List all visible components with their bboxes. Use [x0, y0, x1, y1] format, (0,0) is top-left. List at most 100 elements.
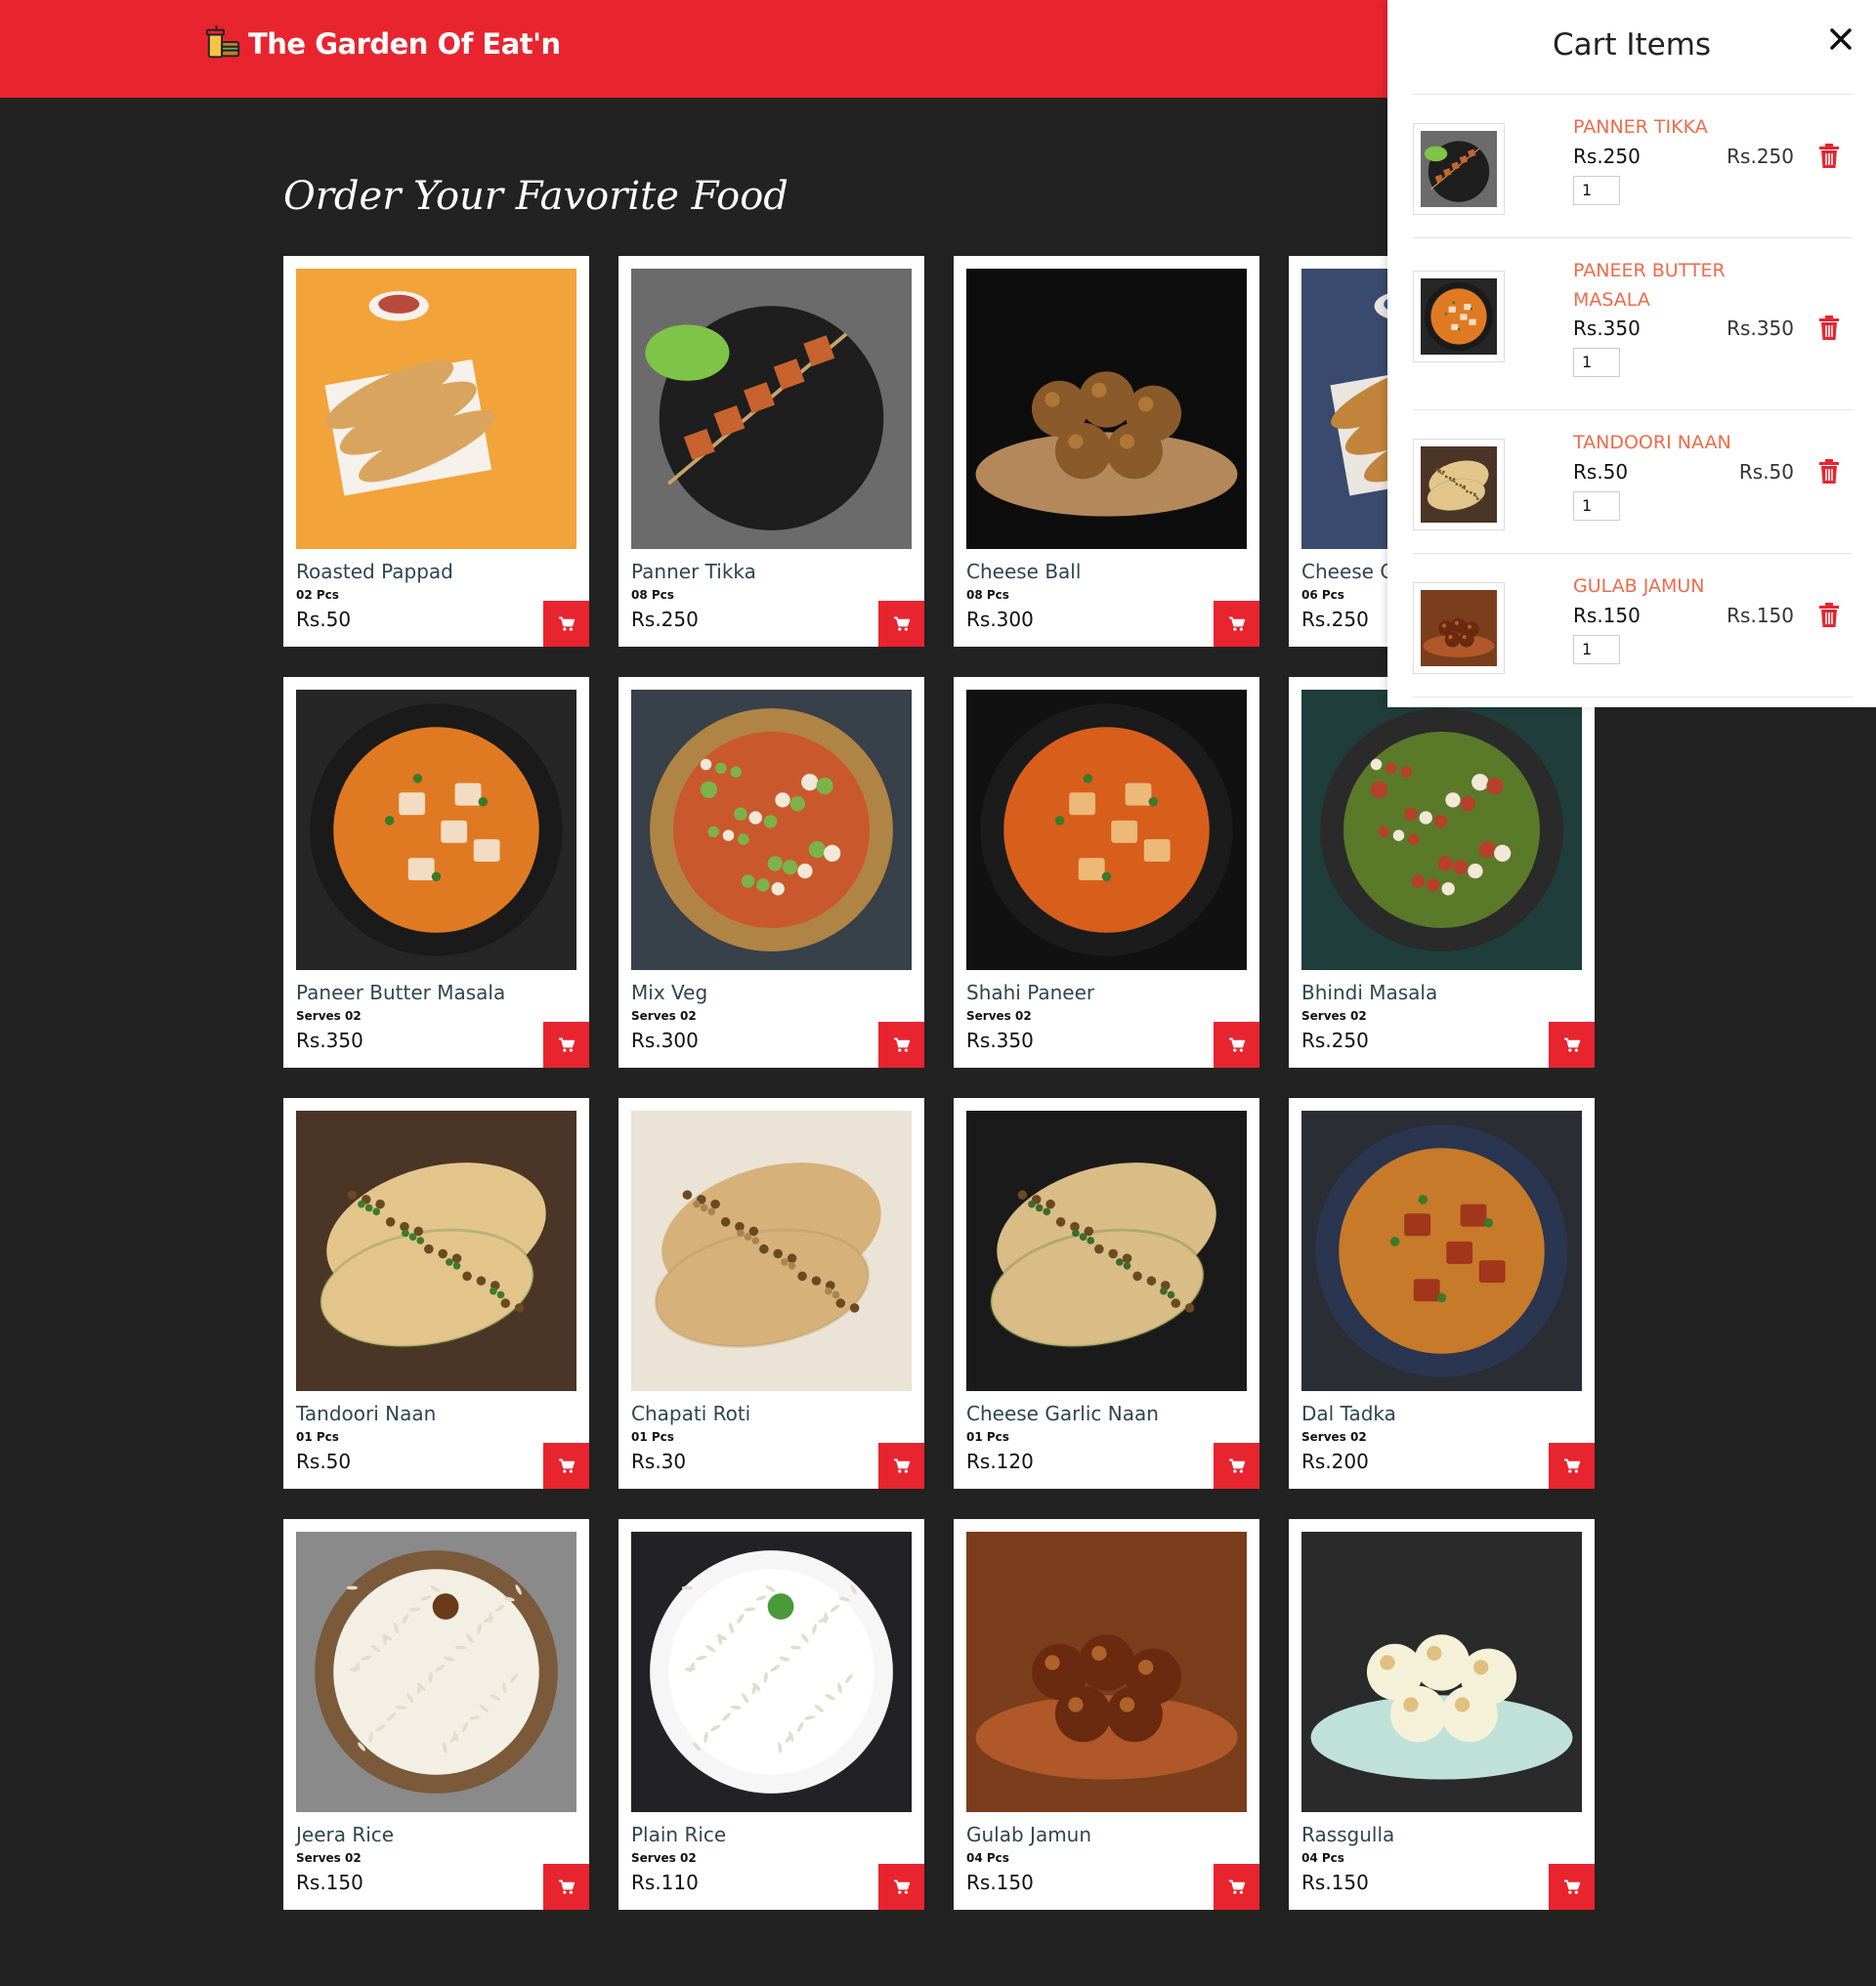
food-quantity: Serves 02 [296, 1009, 362, 1023]
food-image [296, 1111, 576, 1391]
food-quantity: 01 Pcs [296, 1430, 339, 1444]
food-price: Rs.300 [966, 608, 1034, 631]
shopping-cart-icon [1228, 1880, 1245, 1894]
food-image [296, 269, 576, 549]
food-price: Rs.110 [631, 1871, 699, 1894]
cart-item-qty-input[interactable]: 1 [1573, 635, 1620, 664]
add-to-cart-button[interactable] [1549, 1864, 1595, 1910]
shopping-cart-icon [893, 1880, 910, 1894]
food-image [966, 1111, 1247, 1391]
food-card: Panner Tikka 08 Pcs Rs.250 [618, 256, 924, 647]
food-image [631, 690, 912, 970]
cart-item: GULAB JAMUN Rs.150 Rs.150 1 [1413, 554, 1853, 697]
food-card: Shahi Paneer Serves 02 Rs.350 [954, 677, 1259, 1068]
food-image [966, 1532, 1247, 1812]
add-to-cart-button[interactable] [543, 1022, 589, 1068]
add-to-cart-button[interactable] [1214, 1864, 1259, 1910]
trash-icon[interactable] [1817, 458, 1841, 486]
menu-title: Order Your Favorite Food [283, 174, 789, 219]
trash-icon[interactable] [1817, 315, 1841, 342]
cart-item-total: Rs.50 [1738, 460, 1794, 484]
food-quantity: Serves 02 [631, 1009, 697, 1023]
food-card: Mix Veg Serves 02 Rs.300 [618, 677, 924, 1068]
add-to-cart-button[interactable] [1214, 1443, 1259, 1489]
shopping-cart-icon [558, 1880, 575, 1894]
add-to-cart-button[interactable] [1549, 1443, 1595, 1489]
food-name: Tandoori Naan [296, 1402, 437, 1425]
food-quantity: Serves 02 [1301, 1430, 1367, 1444]
food-quantity: Serves 02 [631, 1851, 697, 1865]
food-price: Rs.250 [631, 608, 699, 631]
food-name: Jeera Rice [296, 1823, 395, 1846]
food-name: Plain Rice [631, 1823, 727, 1846]
cart-item-qty-input[interactable]: 1 [1573, 176, 1620, 205]
food-name: Gulab Jamun [966, 1823, 1092, 1846]
food-image [631, 1111, 912, 1391]
shopping-cart-icon [893, 1037, 910, 1052]
cart-item: PANNER TIKKA Rs.250 Rs.250 1 [1413, 95, 1853, 237]
add-to-cart-button[interactable] [1549, 1022, 1595, 1068]
food-card: Roasted Pappad 02 Pcs Rs.50 [283, 256, 589, 647]
cart-item: TANDOORI NAAN Rs.50 Rs.50 1 [1413, 410, 1853, 553]
food-price: Rs.150 [1301, 1871, 1369, 1894]
food-name: Mix Veg [631, 981, 708, 1004]
food-price: Rs.30 [631, 1450, 687, 1473]
add-to-cart-button[interactable] [543, 1864, 589, 1910]
shopping-cart-icon [893, 1458, 910, 1473]
cart-item-qty-input[interactable]: 1 [1573, 491, 1620, 521]
food-price: Rs.50 [296, 1450, 352, 1473]
shopping-cart-icon [1228, 1458, 1245, 1473]
food-image [1301, 1111, 1582, 1391]
food-name: Bhindi Masala [1301, 981, 1438, 1004]
food-quantity: Serves 02 [1301, 1009, 1367, 1023]
shopping-cart-icon [893, 616, 910, 631]
shopping-cart-icon [1228, 1037, 1245, 1052]
trash-icon[interactable] [1817, 143, 1841, 170]
food-image [1301, 690, 1582, 970]
food-name: Cheese C [1301, 560, 1394, 583]
brand[interactable]: The Garden Of Eat'n [205, 25, 561, 63]
food-price: Rs.300 [631, 1029, 699, 1052]
cart-item: PANEER BUTTER MASALA Rs.350 Rs.350 1 [1413, 238, 1853, 409]
food-price: Rs.50 [296, 608, 352, 631]
add-to-cart-button[interactable] [878, 1443, 924, 1489]
cart-item-total: Rs.350 [1727, 317, 1794, 340]
food-card: Rassgulla 04 Pcs Rs.150 [1289, 1519, 1595, 1910]
food-name: Rassgulla [1301, 1823, 1395, 1846]
add-to-cart-button[interactable] [543, 1443, 589, 1489]
shopping-cart-icon [1563, 1037, 1580, 1052]
food-name: Chapati Roti [631, 1402, 751, 1425]
add-to-cart-button[interactable] [878, 601, 924, 647]
food-card: Chapati Roti 01 Pcs Rs.30 [618, 1098, 924, 1489]
cart-item-thumbnail [1413, 123, 1505, 215]
shopping-cart-icon [558, 1037, 575, 1052]
add-to-cart-button[interactable] [1214, 1022, 1259, 1068]
brand-name: The Garden Of Eat'n [248, 27, 561, 61]
cart-item-total: Rs.250 [1727, 145, 1794, 168]
food-quantity: 08 Pcs [966, 588, 1009, 602]
close-icon[interactable] [1823, 21, 1858, 57]
food-name: Panner Tikka [631, 560, 756, 583]
cart-item-qty-input[interactable]: 1 [1573, 348, 1620, 377]
add-to-cart-button[interactable] [543, 601, 589, 647]
trash-icon[interactable] [1817, 602, 1841, 629]
food-quantity: 06 Pcs [1301, 588, 1344, 602]
food-quantity: 04 Pcs [1301, 1851, 1344, 1865]
add-to-cart-button[interactable] [1214, 601, 1259, 647]
food-card: Cheese Garlic Naan 01 Pcs Rs.120 [954, 1098, 1259, 1489]
food-price: Rs.150 [966, 1871, 1034, 1894]
cart-item-total: Rs.150 [1727, 604, 1794, 627]
shopping-cart-icon [558, 616, 575, 631]
food-quantity: 02 Pcs [296, 588, 339, 602]
cart-item-name: TANDOORI NAAN [1573, 432, 1731, 453]
food-price: Rs.250 [1301, 608, 1369, 631]
food-card: Tandoori Naan 01 Pcs Rs.50 [283, 1098, 589, 1489]
food-name: Shahi Paneer [966, 981, 1095, 1004]
add-to-cart-button[interactable] [878, 1022, 924, 1068]
cart-item-price: Rs.150 [1573, 604, 1641, 627]
food-card: Bhindi Masala Serves 02 Rs.250 [1289, 677, 1595, 1068]
food-card: Jeera Rice Serves 02 Rs.150 [283, 1519, 589, 1910]
add-to-cart-button[interactable] [878, 1864, 924, 1910]
food-card: Cheese Ball 08 Pcs Rs.300 [954, 256, 1259, 647]
shopping-cart-icon [1228, 616, 1245, 631]
